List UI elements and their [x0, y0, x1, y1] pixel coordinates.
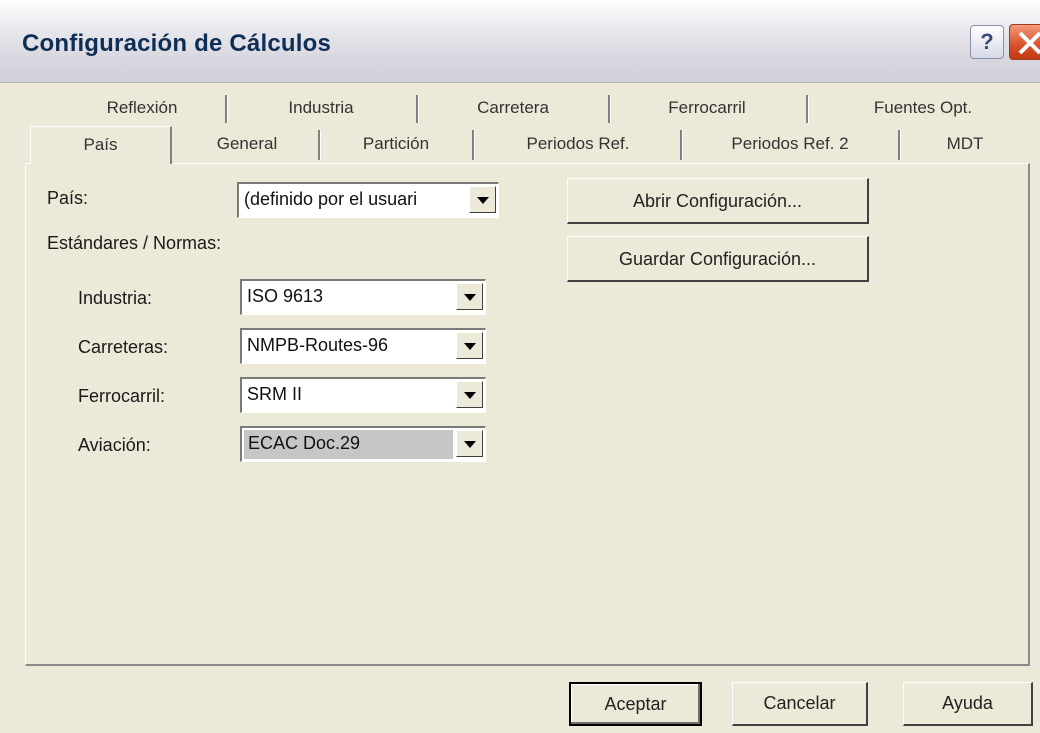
roads-label: Carreteras:	[78, 337, 169, 357]
roads-value: NMPB-Routes-96	[247, 335, 389, 355]
tab-pais[interactable]: País	[30, 126, 172, 164]
title-bar: Configuración de Cálculos ?	[0, 0, 1040, 83]
country-label: País:	[47, 188, 89, 208]
industry-label: Industria:	[78, 288, 153, 308]
country-value: (definido por el usuari	[244, 189, 418, 209]
window-title: Configuración de Cálculos	[22, 30, 332, 57]
industry-value: ISO 9613	[247, 286, 324, 306]
help-title-button[interactable]: ?	[970, 25, 1004, 59]
tab-mdt[interactable]: MDT	[902, 126, 1028, 164]
tab-periodos-ref[interactable]: Periodos Ref.	[476, 126, 680, 164]
tab-periodos-ref-2[interactable]: Periodos Ref. 2	[684, 126, 896, 164]
close-icon	[1018, 31, 1040, 55]
save-config-button[interactable]: Guardar Configuración...	[567, 236, 869, 282]
standards-label: Estándares / Normas:	[47, 233, 222, 253]
roads-select[interactable]: NMPB-Routes-96	[240, 328, 486, 364]
help-button[interactable]: Ayuda	[903, 682, 1033, 726]
tab-ferrocarril[interactable]: Ferrocarril	[612, 90, 802, 126]
aviation-label: Aviación:	[78, 435, 151, 455]
rail-label: Ferrocarril:	[78, 386, 166, 406]
tab-reflexion[interactable]: Reflexión	[62, 90, 222, 126]
chevron-down-icon[interactable]	[469, 186, 496, 213]
accept-button[interactable]: Aceptar	[569, 682, 702, 726]
open-config-button[interactable]: Abrir Configuración...	[567, 178, 869, 224]
cancel-button[interactable]: Cancelar	[732, 682, 868, 726]
tab-industria[interactable]: Industria	[228, 90, 414, 126]
close-button[interactable]	[1009, 24, 1040, 60]
aviation-select[interactable]: ECAC Doc.29	[240, 426, 486, 462]
chevron-down-icon[interactable]	[456, 332, 483, 359]
country-select[interactable]: (definido por el usuari	[237, 182, 499, 218]
dialog-window: Configuración de Cálculos ? Reflexión In…	[0, 0, 1040, 733]
chevron-down-icon[interactable]	[456, 381, 483, 408]
rail-select[interactable]: SRM II	[240, 377, 486, 413]
tab-particion[interactable]: Partición	[322, 126, 470, 164]
chevron-down-icon[interactable]	[456, 283, 483, 310]
tab-carretera[interactable]: Carretera	[420, 90, 606, 126]
tab-fuentes-opt[interactable]: Fuentes Opt.	[810, 90, 1036, 126]
rail-value: SRM II	[247, 384, 303, 404]
aviation-value: ECAC Doc.29	[244, 430, 453, 459]
tab-general[interactable]: General	[176, 126, 318, 164]
industry-select[interactable]: ISO 9613	[240, 279, 486, 315]
chevron-down-icon[interactable]	[456, 430, 483, 457]
